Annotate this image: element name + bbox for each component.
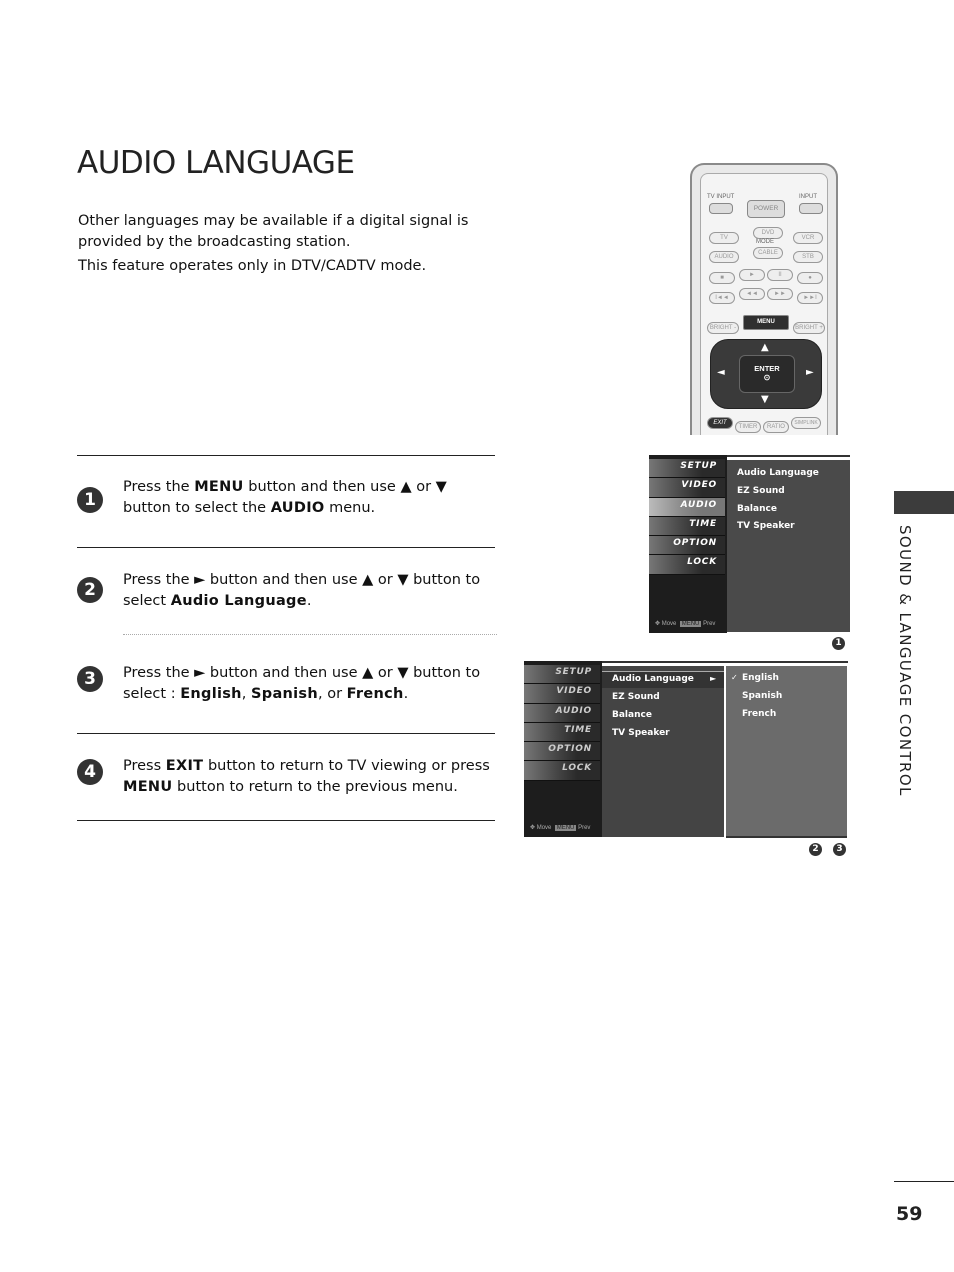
screen-badge: 1 <box>832 637 845 650</box>
ez-sound-item[interactable]: EZ Sound <box>737 486 785 496</box>
down-arrow-button[interactable]: ▼ <box>761 394 769 405</box>
step-number-badge: 1 <box>77 487 103 513</box>
skip-back-button[interactable]: I◄◄ <box>709 292 735 304</box>
osd-screen-2-side-menu: SETUP VIDEO AUDIO TIME OPTION LOCK ✥ Mov… <box>524 661 602 837</box>
language-option-english[interactable]: English <box>742 673 779 683</box>
page-number: 59 <box>896 1203 923 1225</box>
step-text: Press EXIT button to return to TV viewin… <box>123 758 490 795</box>
tv-speaker-item[interactable]: TV Speaker <box>737 521 795 531</box>
osd-top-bar <box>727 455 850 457</box>
balance-item[interactable]: Balance <box>737 504 777 514</box>
menu-time[interactable]: TIME <box>649 516 725 537</box>
section-label: SOUND & LANGUAGE CONTROL <box>896 525 914 797</box>
audio-language-item[interactable]: Audio Language <box>612 674 694 684</box>
fast-forward-button[interactable]: ►► <box>767 288 793 300</box>
tv-speaker-item[interactable]: TV Speaker <box>612 728 670 738</box>
divider <box>77 733 495 734</box>
mode-audio-button[interactable]: AUDIO <box>709 251 739 263</box>
power-button[interactable]: POWER <box>747 200 785 218</box>
skip-forward-button[interactable]: ►►I <box>797 292 823 304</box>
mode-tv-button[interactable]: TV <box>709 232 739 244</box>
step-text: Press the MENU button and then use ▲ or … <box>123 479 447 516</box>
input-button[interactable] <box>799 203 823 214</box>
menu-audio[interactable]: AUDIO <box>524 703 600 723</box>
step-text: Press the ► button and then use ▲ or ▼ b… <box>123 572 481 609</box>
ez-sound-item[interactable]: EZ Sound <box>612 692 660 702</box>
osd-top-bar <box>602 661 848 663</box>
page-number-rule <box>894 1181 954 1182</box>
simplink-button[interactable]: SIMPLINK <box>791 417 821 429</box>
menu-video[interactable]: VIDEO <box>649 478 725 498</box>
remote-control-illustration: TV INPUT INPUT POWER TV DVD VCR MODE AUD… <box>690 163 838 435</box>
menu-option[interactable]: OPTION <box>524 742 600 762</box>
divider <box>77 547 495 548</box>
step-number-badge: 2 <box>77 577 103 603</box>
stop-button[interactable]: ■ <box>709 272 735 284</box>
divider <box>77 455 495 456</box>
mode-cable-button[interactable]: CABLE <box>753 247 783 259</box>
balance-item[interactable]: Balance <box>612 710 652 720</box>
language-option-spanish[interactable]: Spanish <box>742 691 782 701</box>
mode-vcr-button[interactable]: VCR <box>793 232 823 244</box>
record-button[interactable]: ● <box>797 272 823 284</box>
intro-paragraph: Other languages may be available if a di… <box>78 213 469 250</box>
screen-badge: 2 <box>809 843 822 856</box>
osd-language-submenu: ✓ English Spanish French <box>726 666 847 838</box>
menu-setup[interactable]: SETUP <box>649 459 725 479</box>
section-tab-marker <box>894 491 954 514</box>
left-arrow-button[interactable]: ◄ <box>717 367 725 378</box>
input-label: INPUT <box>799 194 817 200</box>
osd-screen-1-audio-panel: Audio Language EZ Sound Balance TV Speak… <box>727 460 850 632</box>
enter-button[interactable]: ENTER ⊙ <box>739 355 795 393</box>
osd-footer: ✥ Move MENU Prev <box>655 621 716 627</box>
osd-screen-2-audio-panel: Audio Language ► EZ Sound Balance TV Spe… <box>602 666 724 837</box>
menu-setup[interactable]: SETUP <box>524 665 600 685</box>
enter-icon: ⊙ <box>763 373 771 382</box>
screen-badge: 3 <box>833 843 846 856</box>
submenu-arrow-icon: ► <box>710 674 717 683</box>
play-button[interactable]: ► <box>739 269 765 281</box>
tv-input-label: TV INPUT <box>707 194 735 200</box>
page-title: AUDIO LANGUAGE <box>77 145 355 181</box>
language-option-french[interactable]: French <box>742 709 776 719</box>
menu-time[interactable]: TIME <box>524 722 600 743</box>
menu-video[interactable]: VIDEO <box>524 684 600 704</box>
step-number-badge: 3 <box>77 666 103 692</box>
menu-option[interactable]: OPTION <box>649 536 725 556</box>
exit-button[interactable]: EXIT <box>707 417 733 429</box>
audio-language-item[interactable]: Audio Language <box>737 468 819 478</box>
bright-plus-button[interactable]: BRIGHT + <box>793 322 825 334</box>
bright-minus-button[interactable]: BRIGHT - <box>707 322 739 334</box>
divider <box>77 820 495 821</box>
right-arrow-button[interactable]: ► <box>806 367 814 378</box>
step-number-badge: 4 <box>77 759 103 785</box>
enter-label: ENTER <box>754 364 780 373</box>
step-text: Press the ► button and then use ▲ or ▼ b… <box>123 665 481 702</box>
mode-label: MODE <box>756 239 774 245</box>
rewind-button[interactable]: ◄◄ <box>739 288 765 300</box>
menu-audio[interactable]: AUDIO <box>649 497 725 517</box>
mode-stb-button[interactable]: STB <box>793 251 823 263</box>
ratio-button[interactable]: RATIO <box>763 421 789 433</box>
timer-button[interactable]: TIMER <box>735 421 761 433</box>
osd-footer: ✥ Move MENU Prev <box>530 825 591 831</box>
intro-text: Other languages may be available if a di… <box>78 211 498 277</box>
tv-input-button[interactable] <box>709 203 733 214</box>
intro-paragraph: This feature operates only in DTV/CADTV … <box>78 258 427 274</box>
up-arrow-button[interactable]: ▲ <box>761 342 769 353</box>
menu-lock[interactable]: LOCK <box>524 761 600 781</box>
menu-button[interactable]: MENU <box>743 315 789 330</box>
pause-button[interactable]: II <box>767 269 793 281</box>
mode-dvd-button[interactable]: DVD <box>753 227 783 239</box>
dotted-divider <box>123 634 497 636</box>
menu-lock[interactable]: LOCK <box>649 555 725 575</box>
navigation-pad: ▲ ▼ ◄ ► ENTER ⊙ <box>710 339 822 409</box>
osd-screen-1-side-menu: SETUP VIDEO AUDIO TIME OPTION LOCK ✥ Mov… <box>649 455 727 633</box>
check-icon: ✓ <box>731 673 738 682</box>
